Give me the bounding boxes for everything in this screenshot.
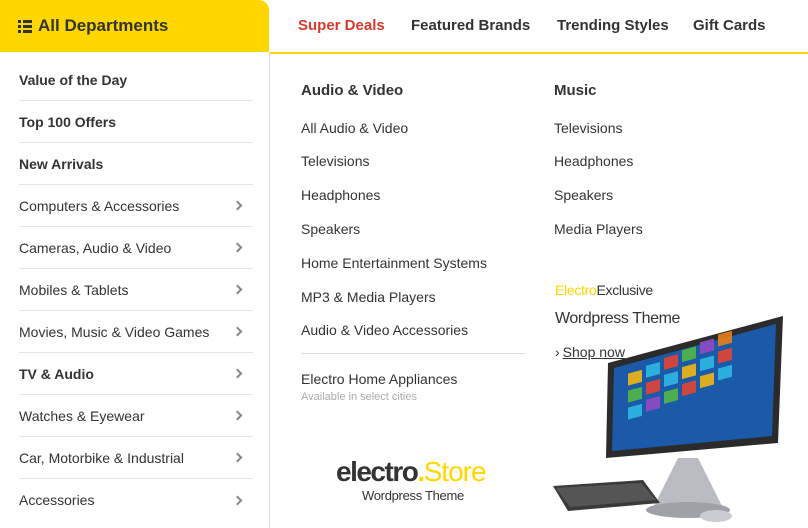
link-music-headphones[interactable]: Headphones: [554, 153, 633, 169]
departments-sidebar: Value of the Day Top 100 Offers New Arri…: [0, 52, 270, 528]
menu-divider: [301, 353, 525, 354]
top-nav: Super Deals Featured Brands Trending Sty…: [269, 0, 808, 54]
chevron-right-icon: [232, 368, 243, 379]
link-all-audio-video[interactable]: All Audio & Video: [301, 120, 408, 136]
link-mp3-media-players[interactable]: MP3 & Media Players: [301, 289, 436, 305]
nav-trending-styles[interactable]: Trending Styles: [557, 17, 669, 34]
link-music-televisions[interactable]: Televisions: [554, 120, 622, 136]
sidebar-item-watches-eyewear[interactable]: Watches & Eyewear: [19, 395, 253, 437]
sidebar-item-label: Car, Motorbike & Industrial: [19, 449, 184, 466]
sidebar-item-mobiles-tablets[interactable]: Mobiles & Tablets: [19, 269, 253, 311]
chevron-right-icon: [232, 326, 243, 337]
chevron-right-icon: [232, 284, 243, 295]
link-headphones[interactable]: Headphones: [301, 187, 380, 203]
promo-brand: Electro: [555, 282, 597, 298]
link-media-players[interactable]: Media Players: [554, 221, 643, 237]
sidebar-item-cameras-audio-video[interactable]: Cameras, Audio & Video: [19, 227, 253, 269]
list-icon: [18, 19, 32, 33]
sidebar-item-new-arrivals[interactable]: New Arrivals: [19, 143, 253, 185]
logo-word: electro: [336, 456, 419, 487]
chevron-right-icon: [232, 410, 243, 421]
promo-headline: ElectroExclusive: [555, 282, 653, 298]
link-av-accessories[interactable]: Audio & Video Accessories: [301, 322, 468, 338]
sidebar-item-label: Computers & Accessories: [19, 197, 180, 214]
music-heading: Music: [554, 82, 597, 99]
link-music-speakers[interactable]: Speakers: [554, 187, 613, 203]
electro-store-logo: electro.Store: [336, 456, 487, 488]
logo-subtitle: Wordpress Theme: [362, 488, 464, 503]
sidebar-item-label: New Arrivals: [19, 155, 104, 172]
availability-note: Available in select cities: [301, 391, 417, 403]
sidebar-item-accessories[interactable]: Accessories: [19, 479, 253, 521]
logo-store: Store: [423, 456, 487, 487]
chevron-right-icon: [232, 452, 243, 463]
nav-gift-cards[interactable]: Gift Cards: [693, 17, 766, 34]
link-home-appliances[interactable]: Electro Home Appliances: [301, 371, 457, 387]
audio-video-heading: Audio & Video: [301, 82, 404, 99]
chevron-right-icon: [232, 242, 243, 253]
sidebar-item-movies-music-games[interactable]: Movies, Music & Video Games: [19, 311, 253, 353]
promo-exclusive: Exclusive: [596, 282, 653, 298]
link-speakers[interactable]: Speakers: [301, 221, 360, 237]
nav-featured-brands[interactable]: Featured Brands: [411, 17, 530, 34]
link-televisions[interactable]: Televisions: [301, 153, 369, 169]
chevron-right-icon: [232, 200, 243, 211]
sidebar-item-label: TV & Audio: [19, 365, 94, 382]
sidebar-item-label: Top 100 Offers: [19, 113, 116, 130]
all-departments-label: All Departments: [38, 16, 169, 35]
sidebar-item-value-of-the-day[interactable]: Value of the Day: [19, 59, 253, 101]
chevron-right-icon: [232, 495, 243, 505]
all-departments-button[interactable]: All Departments: [0, 0, 269, 52]
link-home-entertainment[interactable]: Home Entertainment Systems: [301, 255, 487, 271]
sidebar-item-tv-audio[interactable]: TV & Audio: [19, 353, 253, 395]
sidebar-item-car-motorbike[interactable]: Car, Motorbike & Industrial: [19, 437, 253, 479]
sidebar-item-label: Movies, Music & Video Games: [19, 323, 210, 340]
sidebar-item-label: Value of the Day: [19, 71, 128, 88]
sidebar-item-label: Cameras, Audio & Video: [19, 239, 172, 256]
nav-super-deals[interactable]: Super Deals: [298, 17, 385, 34]
sidebar-item-label: Watches & Eyewear: [19, 407, 145, 424]
sidebar-item-label: Mobiles & Tablets: [19, 281, 129, 298]
sidebar-item-computers-accessories[interactable]: Computers & Accessories: [19, 185, 253, 227]
sidebar-item-label: Accessories: [19, 492, 95, 508]
sidebar-item-top-100-offers[interactable]: Top 100 Offers: [19, 101, 253, 143]
all-in-one-computer-image: [553, 316, 783, 522]
